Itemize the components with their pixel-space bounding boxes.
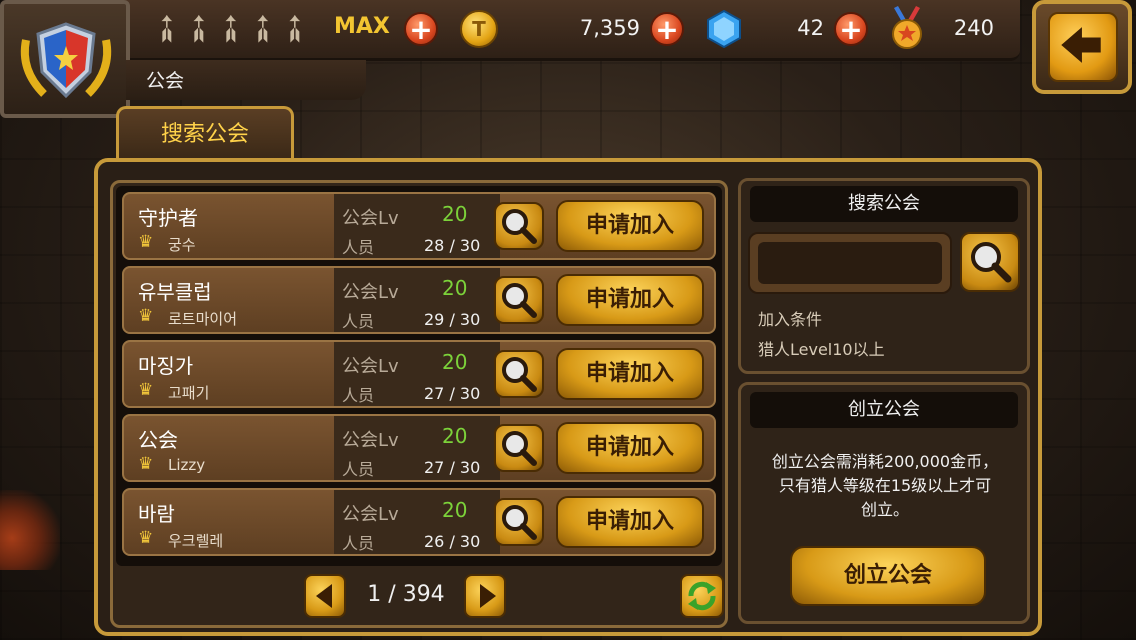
gem-count: 42 (797, 16, 824, 40)
create-guild-description: 创立公会需消耗200,000金币， 只有猎人等级在15级以上才可 创立。 (771, 452, 999, 519)
guild-level: 20 (442, 350, 468, 374)
guild-members: 28 / 30 (424, 236, 481, 255)
crown-icon: ♛ (138, 232, 154, 252)
guild-level-label: 公会Lv (342, 504, 399, 525)
guild-name: 마징가 (138, 354, 194, 378)
view-guild-button[interactable] (494, 202, 544, 250)
guild-members-label: 人员 (342, 460, 375, 479)
guild-leader: 궁수 (168, 236, 196, 254)
shield-icon (20, 22, 112, 99)
lava-glow (0, 490, 60, 570)
create-guild-button[interactable]: 创立公会 (790, 546, 986, 606)
guild-row: 守护者 ♛ 궁수 公会Lv 20 人员 28 / 30 申请加入 (122, 192, 716, 260)
guild-row: 유부클럽 ♛ 로트마이어 公会Lv 20 人员 29 / 30 申请加入 (122, 266, 716, 334)
view-guild-button[interactable] (494, 424, 544, 472)
crown-icon: ♛ (138, 528, 154, 548)
guild-name: 公会 (138, 428, 178, 452)
add-arrows-button[interactable]: + (404, 12, 438, 46)
medal-count: 240 (953, 16, 994, 40)
guild-level-label: 公会Lv (342, 282, 399, 303)
guild-members: 26 / 30 (424, 532, 481, 551)
search-box (748, 232, 952, 294)
guild-level: 20 (442, 424, 468, 448)
gold-coin-icon: T (460, 10, 498, 48)
guild-level: 20 (442, 202, 468, 226)
search-panel-title: 搜索公会 (750, 186, 1018, 222)
guild-level: 20 (442, 498, 468, 522)
back-button[interactable] (1032, 0, 1132, 94)
view-guild-button[interactable] (494, 276, 544, 324)
guild-level: 20 (442, 276, 468, 300)
refresh-icon (688, 581, 716, 611)
next-page-button[interactable] (464, 574, 506, 618)
guild-members-label: 人员 (342, 238, 375, 257)
crown-icon: ♛ (138, 380, 154, 400)
back-arrow-icon (1048, 12, 1118, 82)
refresh-button[interactable] (680, 574, 724, 618)
guild-emblem (0, 0, 130, 118)
join-condition-text: 猎人Level10以上 (758, 340, 885, 359)
tab-search-guild[interactable]: 搜索公会 (116, 106, 294, 160)
join-guild-button[interactable]: 申请加入 (556, 348, 704, 400)
magnifier-icon (502, 209, 537, 244)
medal-icon (892, 6, 922, 49)
create-panel-title: 创立公会 (750, 392, 1018, 428)
guild-search-input[interactable] (758, 242, 942, 284)
add-coins-button[interactable]: + (650, 12, 684, 46)
guild-name: 유부클럽 (138, 280, 212, 304)
guild-members: 27 / 30 (424, 384, 481, 403)
guild-members-label: 人员 (342, 312, 375, 331)
crown-icon: ♛ (138, 306, 154, 326)
page-indicator: 1 / 394 (367, 582, 445, 607)
guild-leader: 로트마이어 (168, 310, 238, 328)
guild-leader: 고패기 (168, 384, 210, 402)
arrow-stamina-icons: ➶ ➶ ➶ ➶ ➶ (139, 1, 330, 55)
guild-level-label: 公会Lv (342, 356, 399, 377)
guild-row: 마징가 ♛ 고패기 公会Lv 20 人员 27 / 30 申请加入 (122, 340, 716, 408)
join-guild-button[interactable]: 申请加入 (556, 496, 704, 548)
guild-name: 바람 (138, 502, 175, 526)
arrow-status: MAX (334, 14, 390, 39)
magnifier-icon (502, 505, 537, 540)
arrow-icon: ➶ (267, 1, 321, 55)
guild-level-label: 公会Lv (342, 208, 399, 229)
guild-leader: 우크렐레 (168, 532, 224, 550)
view-guild-button[interactable] (494, 350, 544, 398)
join-guild-button[interactable]: 申请加入 (556, 200, 704, 252)
join-condition-title: 加入条件 (758, 310, 823, 329)
join-guild-button[interactable]: 申请加入 (556, 422, 704, 474)
coin-count: 7,359 (579, 16, 640, 40)
guild-members: 27 / 30 (424, 458, 481, 477)
join-guild-button[interactable]: 申请加入 (556, 274, 704, 326)
crown-icon: ♛ (138, 454, 154, 474)
magnifier-icon (502, 357, 537, 392)
magnifier-icon (502, 283, 537, 318)
guild-row: 바람 ♛ 우크렐레 公会Lv 20 人员 26 / 30 申请加入 (122, 488, 716, 556)
guild-members-label: 人员 (342, 386, 375, 405)
guild-leader: Lizzy (168, 456, 206, 474)
arrow-right-icon (480, 584, 496, 608)
guild-name: 守护者 (138, 206, 198, 230)
magnifier-icon (502, 431, 537, 466)
guild-row: 公会 ♛ Lizzy 公会Lv 20 人员 27 / 30 申请加入 (122, 414, 716, 482)
arrow-left-icon (316, 584, 332, 608)
guild-members-label: 人员 (342, 534, 375, 553)
prev-page-button[interactable] (304, 574, 346, 618)
add-gems-button[interactable]: + (834, 12, 868, 46)
guild-members: 29 / 30 (424, 310, 481, 329)
view-guild-button[interactable] (494, 498, 544, 546)
gem-icon (707, 10, 741, 48)
guild-level-label: 公会Lv (342, 430, 399, 451)
magnifier-icon (971, 242, 1012, 283)
page-title: 公会 (146, 70, 185, 92)
search-button[interactable] (960, 232, 1020, 292)
